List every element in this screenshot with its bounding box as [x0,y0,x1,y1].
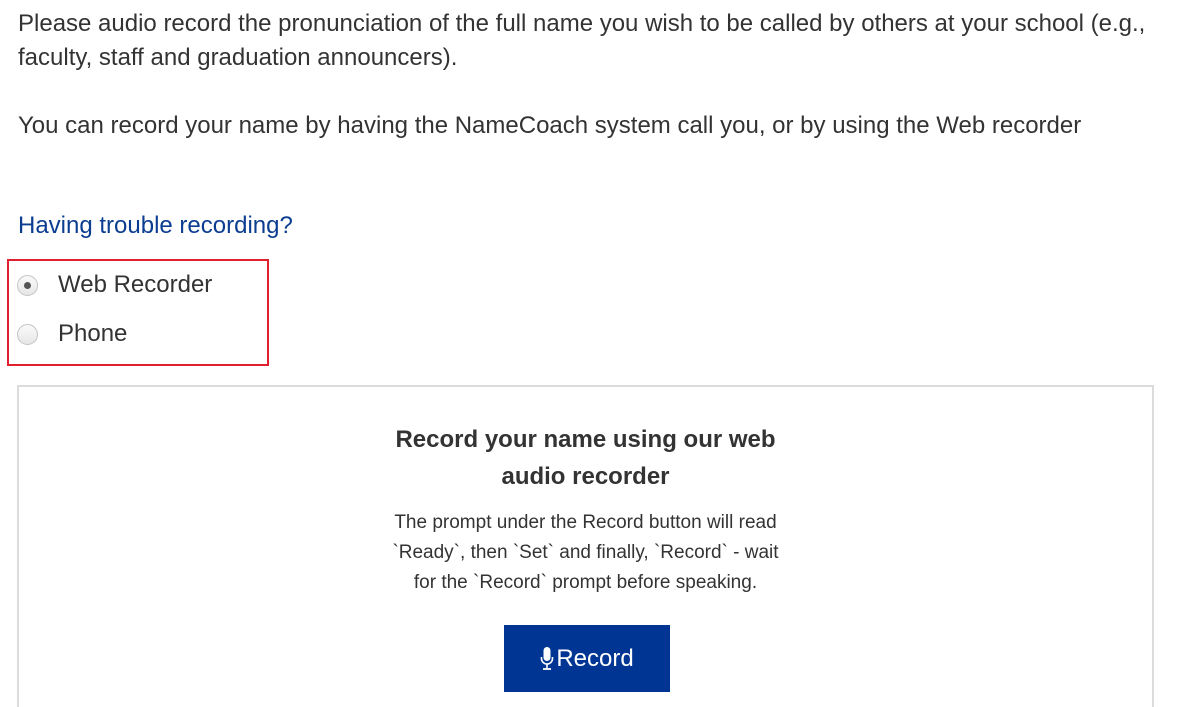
recorder-title-line: audio recorder [501,463,670,490]
trouble-recording-link[interactable]: Having trouble recording? [18,211,293,241]
recorder-instruction-line: for the `Record` prompt before speaking. [413,572,758,593]
recorder-instructions: The prompt under the Record button will … [19,508,1152,598]
recorder-instruction-line: `Ready`, then `Set` and finally, `Record… [392,542,779,563]
recorder-title-line: Record your name using our web [395,426,776,453]
record-button-label: Record [556,644,634,672]
method-description-text: You can record your name by having the N… [18,112,1082,139]
radio-label-web-recorder: Web Recorder [58,271,213,298]
radio-button-selected[interactable] [17,274,38,296]
recorder-instruction-line: The prompt under the Record button will … [394,512,777,533]
radio-option-phone[interactable]: Phone [17,317,127,351]
recorder-panel-title: Record your name using our web audio rec… [19,421,1152,495]
microphone-icon [541,646,554,670]
instructions-text: Please audio record the pronunciation of… [18,10,1146,71]
radio-button-unselected[interactable] [17,323,38,345]
web-recorder-panel: Record your name using our web audio rec… [17,385,1154,707]
radio-label-phone: Phone [58,320,128,347]
radio-option-web-recorder[interactable]: Web Recorder [17,268,212,302]
record-button[interactable]: Record [504,625,670,692]
